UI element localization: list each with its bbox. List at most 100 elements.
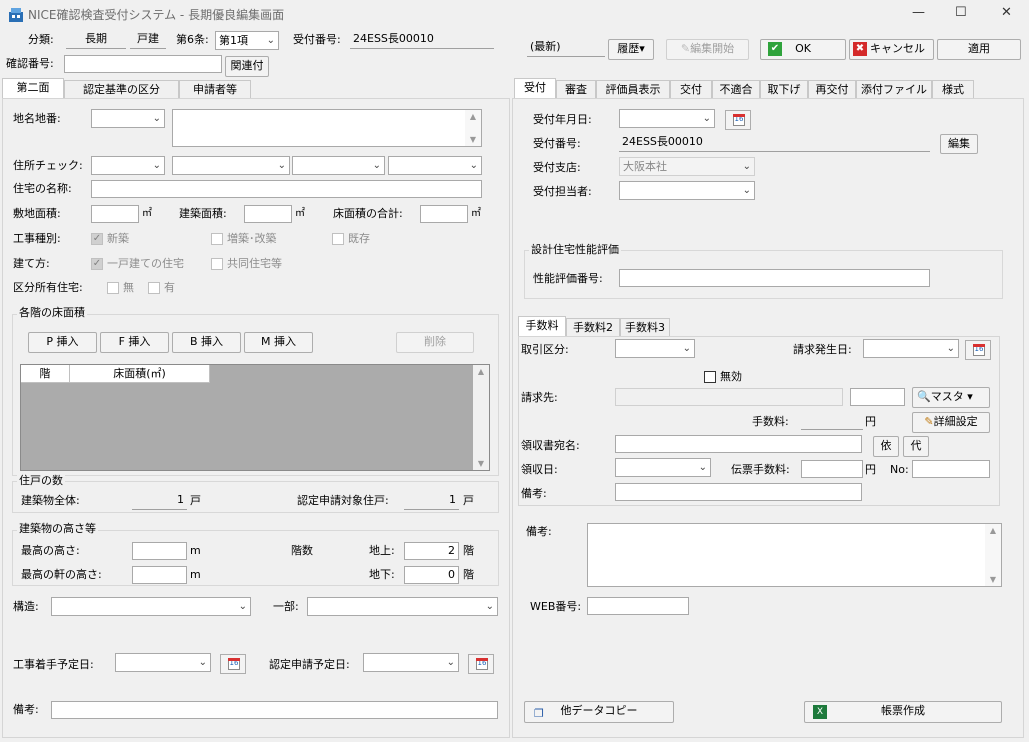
scrollbar[interactable]: ▲ ▼ — [465, 110, 481, 146]
ryoshu-date-label: 領収日: — [521, 463, 558, 476]
maximize-icon[interactable]: ☐ — [955, 5, 967, 21]
seikyu-calendar-button[interactable]: 16 — [965, 340, 991, 360]
f-insert-button[interactable]: F 挿入 — [100, 332, 169, 353]
chimei-select[interactable]: ⌄ — [91, 109, 165, 128]
master-button[interactable]: 🔍マスタ ▾ — [912, 387, 990, 408]
kison-checkbox[interactable] — [332, 233, 344, 245]
seikyu-date-select[interactable]: ⌄ — [863, 339, 959, 358]
yuka-input[interactable] — [420, 205, 468, 223]
shinsei-calendar-button[interactable]: 16 — [468, 654, 494, 674]
ichibu-select[interactable]: ⌄ — [307, 597, 498, 616]
tab-tempu[interactable]: 添付ファイル — [856, 80, 932, 99]
i-button[interactable]: 依 — [873, 436, 899, 457]
chakushu-date[interactable]: ⌄ — [115, 653, 211, 672]
biko2-textarea[interactable]: ▲ ▼ — [587, 523, 1002, 587]
chika-input[interactable]: 0 — [404, 566, 459, 584]
uketsuke-no-value: 24ESS長00010 — [350, 31, 494, 49]
tab-tesuryo[interactable]: 手数料 — [518, 316, 566, 337]
close-icon[interactable]: ✕ — [1001, 5, 1012, 21]
tab-kofu[interactable]: 交付 — [670, 80, 712, 99]
ok-button[interactable]: ✔ OK — [760, 39, 846, 60]
ryoshu-date-select[interactable]: ⌄ — [615, 458, 711, 477]
no-input[interactable] — [912, 460, 990, 478]
yu-checkbox[interactable] — [148, 282, 160, 294]
web-input[interactable] — [587, 597, 689, 615]
kakunin-input[interactable] — [64, 55, 222, 73]
yuka-unit: ㎡ — [471, 208, 481, 219]
chijo-input[interactable]: 2 — [404, 542, 459, 560]
mu-checkbox[interactable] — [107, 282, 119, 294]
fee-tabbar: 手数料 手数料2 手数料3 — [518, 316, 718, 337]
tab-saikofu[interactable]: 再交付 — [808, 80, 856, 99]
rireki-button[interactable]: 履歴▾ — [608, 39, 654, 60]
jusho-select-3[interactable]: ⌄ — [292, 156, 385, 175]
check-icon: ✔ — [768, 42, 782, 56]
ikko-checkbox[interactable]: ✓ — [91, 258, 103, 270]
henshu-kaishi-button[interactable]: ✎編集開始 — [666, 39, 749, 60]
jusho-select-2[interactable]: ⌄ — [172, 156, 290, 175]
noki-input[interactable] — [132, 566, 187, 584]
chohyo-button[interactable]: X 帳票作成 — [804, 701, 1002, 723]
tab-nintei-kijun[interactable]: 認定基準の区分 — [64, 80, 179, 99]
chimei-textarea[interactable]: ▲ ▼ — [172, 109, 482, 147]
saiko-input[interactable] — [132, 542, 187, 560]
shinsei-date[interactable]: ⌄ — [363, 653, 459, 672]
jusho-select-4[interactable]: ⌄ — [388, 156, 482, 175]
uke-calendar-button[interactable]: 16 — [725, 110, 751, 130]
copy-button[interactable]: ❐ 他データコピー — [524, 701, 674, 723]
tab-yoshiki[interactable]: 様式 — [932, 80, 974, 99]
seikyusaki-code-input[interactable] — [850, 388, 905, 406]
kaiyuka-grid[interactable]: 階 床面積(㎡) ▲ ▼ — [20, 364, 490, 471]
shinchiku-checkbox[interactable]: ✓ — [91, 233, 103, 245]
ryoshu-input[interactable] — [615, 435, 862, 453]
apply-button[interactable]: 適用 — [937, 39, 1021, 60]
edit-button[interactable]: 編集 — [940, 134, 978, 154]
tanto-select[interactable]: ⌄ — [619, 181, 755, 200]
shiten-label: 受付支店: — [533, 161, 581, 174]
kozo-select[interactable]: ⌄ — [51, 597, 251, 616]
tab-tesuryo2[interactable]: 手数料2 — [566, 318, 620, 337]
scrollbar[interactable]: ▲ ▼ — [985, 524, 1001, 586]
tab-daini[interactable]: 第二面 — [2, 78, 64, 99]
tab-shinsa[interactable]: 審査 — [556, 80, 596, 99]
jusho-select-1[interactable]: ⌄ — [91, 156, 165, 175]
shosai-button[interactable]: ✎詳細設定 — [912, 412, 990, 433]
grid-scrollbar[interactable]: ▲ ▼ — [473, 365, 489, 470]
biko-input-left[interactable] — [51, 701, 498, 719]
torihiki-select[interactable]: ⌄ — [615, 339, 695, 358]
tab-torisage[interactable]: 取下げ — [760, 80, 808, 99]
chakushu-calendar-button[interactable]: 16 — [220, 654, 246, 674]
nintei-label: 認定申請対象住戸: — [297, 494, 389, 507]
p-insert-button[interactable]: P 挿入 — [28, 332, 97, 353]
nintei-value: 1 — [404, 492, 459, 510]
kenchiku-input[interactable] — [244, 205, 292, 223]
noki-unit: m — [190, 568, 201, 581]
tab-hyokain[interactable]: 評価員表示 — [596, 80, 670, 99]
seikyusaki-input[interactable] — [615, 388, 843, 406]
shikichi-input[interactable] — [91, 205, 139, 223]
shiten-select[interactable]: 大阪本社 ⌄ — [619, 157, 755, 176]
zochiku-checkbox[interactable] — [211, 233, 223, 245]
torihiki-label: 取引区分: — [521, 343, 569, 356]
dai-button[interactable]: 代 — [903, 436, 929, 457]
uke-date-select[interactable]: ⌄ — [619, 109, 715, 128]
muko-checkbox[interactable] — [704, 371, 716, 383]
jutaku-input[interactable] — [91, 180, 482, 198]
kanren-button[interactable]: 関連付 — [225, 56, 269, 77]
tab-tesuryo3[interactable]: 手数料3 — [620, 318, 670, 337]
jo-select[interactable]: 第1項 ⌄ — [215, 31, 279, 50]
window-title: NICE確認検査受付システム - 長期優良編集画面 — [28, 8, 285, 22]
seino-input[interactable] — [619, 269, 930, 287]
minimize-icon[interactable]: — — [912, 5, 925, 21]
kyodo-checkbox[interactable] — [211, 258, 223, 270]
delete-button[interactable]: 削除 — [396, 332, 474, 353]
cancel-button[interactable]: ✖ キャンセル — [849, 39, 934, 60]
tab-futekigo[interactable]: 不適合 — [712, 80, 760, 99]
denpyo-input[interactable] — [801, 460, 863, 478]
tab-shinseisha[interactable]: 申請者等 — [179, 80, 251, 99]
tab-uketsuke[interactable]: 受付 — [514, 78, 556, 99]
m-insert-button[interactable]: M 挿入 — [244, 332, 313, 353]
fee-biko-input[interactable] — [615, 483, 862, 501]
b-insert-button[interactable]: B 挿入 — [172, 332, 241, 353]
kakunin-label: 確認番号: — [6, 57, 54, 70]
